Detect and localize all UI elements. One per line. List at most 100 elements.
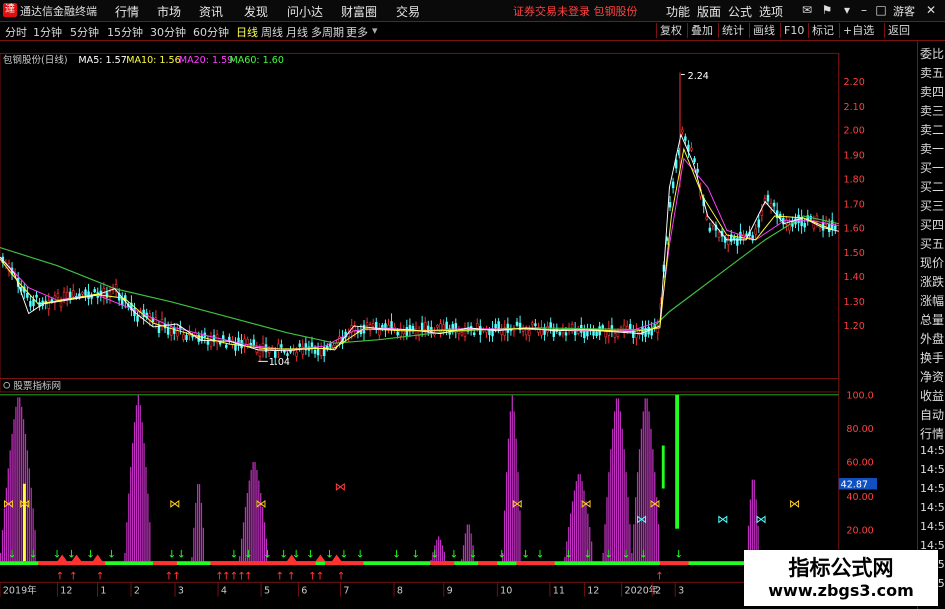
date-label: 4 xyxy=(221,586,227,597)
menu-market[interactable]: 市场 xyxy=(157,3,181,20)
side-panel-item[interactable]: 买二 xyxy=(920,178,945,195)
indicator-bar xyxy=(1,530,4,562)
down-icon[interactable]: ▾ xyxy=(840,2,854,18)
btn-mark[interactable]: 标记 xyxy=(808,23,837,38)
candle-body xyxy=(472,332,476,336)
down-arrow-icon: ↓ xyxy=(622,548,631,560)
candle-body xyxy=(32,299,35,307)
menu-wealth[interactable]: 财富圈 xyxy=(341,3,377,20)
btn-stats[interactable]: 统计 xyxy=(718,23,747,38)
side-panel-item[interactable]: 净资 xyxy=(920,368,945,385)
btn-back[interactable]: 返回 xyxy=(884,23,913,38)
candle-body xyxy=(549,322,552,328)
period-30min[interactable]: 30分钟 xyxy=(150,24,186,40)
period-15min[interactable]: 15分钟 xyxy=(107,24,143,40)
date-label: 2020年 xyxy=(625,585,659,597)
side-panel-item[interactable]: 14:50 xyxy=(920,444,945,457)
indicator-bar xyxy=(650,428,652,562)
side-panel-item[interactable]: 外盘 xyxy=(920,330,945,347)
period-timeshare[interactable]: 分时 xyxy=(5,24,27,40)
candle-body xyxy=(570,324,574,329)
side-panel-item[interactable]: 买一 xyxy=(920,159,945,176)
up-arrow-icon: ↑ xyxy=(55,570,64,582)
ma5-label: MA5: 1.57 xyxy=(78,55,126,66)
period-more[interactable]: 更多 xyxy=(346,24,368,40)
butterfly-icon: ⋈ xyxy=(19,497,30,511)
btn-draw[interactable]: 画线 xyxy=(749,23,778,38)
candle-body xyxy=(286,353,289,356)
price-tick: 2.20 xyxy=(844,77,865,88)
side-panel-item[interactable]: 涨幅 xyxy=(920,292,945,309)
menu-options[interactable]: 选项 xyxy=(759,3,783,20)
baseline-red-segment xyxy=(38,561,106,566)
candle-body xyxy=(583,330,586,339)
btn-add-watch[interactable]: +自选 xyxy=(839,23,877,38)
up-arrow-icon: ↑ xyxy=(316,570,325,582)
menu-formula[interactable]: 公式 xyxy=(728,3,752,20)
btn-adjust[interactable]: 复权 xyxy=(656,23,685,38)
side-panel-item[interactable]: 卖二 xyxy=(920,121,945,138)
menu-function[interactable]: 功能 xyxy=(666,3,690,20)
price-tick: 2.00 xyxy=(844,126,865,137)
side-panel-item[interactable]: 14:50 xyxy=(920,520,945,533)
side-panel-item[interactable]: 委比 xyxy=(920,45,945,62)
indicator-bar xyxy=(28,468,30,562)
kline-chart[interactable]: 包钢股份(日线) MA5: 1.57 MA10: 1.56 MA20: 1.59… xyxy=(0,41,877,609)
candle-body xyxy=(185,335,188,340)
period-60min[interactable]: 60分钟 xyxy=(193,24,229,40)
menu-ask[interactable]: 问小达 xyxy=(287,3,323,20)
minimize-icon[interactable]: – xyxy=(857,2,871,18)
close-icon[interactable]: ✕ xyxy=(924,2,938,18)
period-monthly[interactable]: 月线 xyxy=(286,24,308,40)
up-arrow-icon: ↑ xyxy=(287,570,296,582)
side-panel-item[interactable]: 现价 xyxy=(920,254,945,271)
side-panel-item[interactable]: 买四 xyxy=(920,216,945,233)
menu-news[interactable]: 资讯 xyxy=(199,3,223,20)
side-panel-item[interactable]: 14:50 xyxy=(920,463,945,476)
side-panel-item[interactable]: 买五 xyxy=(920,235,945,252)
side-panel-item[interactable]: 卖一 xyxy=(920,140,945,157)
more-dropdown-icon[interactable]: ▾ xyxy=(372,24,378,37)
side-panel-item[interactable]: 卖五 xyxy=(920,64,945,81)
menu-layout[interactable]: 版面 xyxy=(697,3,721,20)
login-notice[interactable]: 证券交易未登录 包钢股份 xyxy=(513,3,638,19)
guest-label[interactable]: 游客 xyxy=(893,3,915,19)
period-daily[interactable]: 日线 xyxy=(236,24,258,40)
menu-quotes[interactable]: 行情 xyxy=(115,3,139,20)
up-arrow-icon: ↑ xyxy=(655,570,664,582)
side-panel-item[interactable]: 涨跌 xyxy=(920,273,945,290)
side-panel-item[interactable]: 总量 xyxy=(920,311,945,328)
maximize-icon[interactable]: □ xyxy=(874,2,888,18)
indicator-bar xyxy=(7,468,9,562)
indicator-bar xyxy=(200,502,203,562)
indicator-bar xyxy=(640,428,643,562)
ma60-line xyxy=(0,215,839,344)
side-panel-item[interactable]: 换手 xyxy=(920,349,945,366)
side-panel-item[interactable]: 行情 xyxy=(920,425,945,442)
menu-trade[interactable]: 交易 xyxy=(396,3,420,20)
alert-icon[interactable]: ⚑ xyxy=(820,2,834,18)
side-panel-item[interactable]: 卖四 xyxy=(920,83,945,100)
period-1min[interactable]: 1分钟 xyxy=(33,24,62,40)
message-icon[interactable]: ✉ xyxy=(800,2,814,18)
candle-body xyxy=(717,232,721,238)
period-weekly[interactable]: 周线 xyxy=(261,24,283,40)
indicator-bar xyxy=(193,527,195,562)
indicator-bar xyxy=(13,419,15,562)
btn-overlay[interactable]: 叠加 xyxy=(687,23,716,38)
side-panel-item[interactable]: 买三 xyxy=(920,197,945,214)
side-panel-item[interactable]: 收益 xyxy=(920,387,945,404)
side-panel-item[interactable]: 14:50 xyxy=(920,501,945,514)
menu-discover[interactable]: 发现 xyxy=(244,3,268,20)
candle-body xyxy=(166,327,170,335)
side-panel-item[interactable]: 14:50 xyxy=(920,482,945,495)
btn-f10[interactable]: F10 xyxy=(780,23,807,38)
period-multi[interactable]: 多周期 xyxy=(311,24,344,40)
period-5min[interactable]: 5分钟 xyxy=(70,24,99,40)
app-title: 通达信金融终端 xyxy=(20,5,97,18)
side-panel-item[interactable]: 自动 xyxy=(920,406,945,423)
candle-body xyxy=(834,225,837,230)
side-panel-item[interactable]: 卖三 xyxy=(920,102,945,119)
candle-body xyxy=(277,343,280,352)
indicator-header xyxy=(0,378,840,393)
